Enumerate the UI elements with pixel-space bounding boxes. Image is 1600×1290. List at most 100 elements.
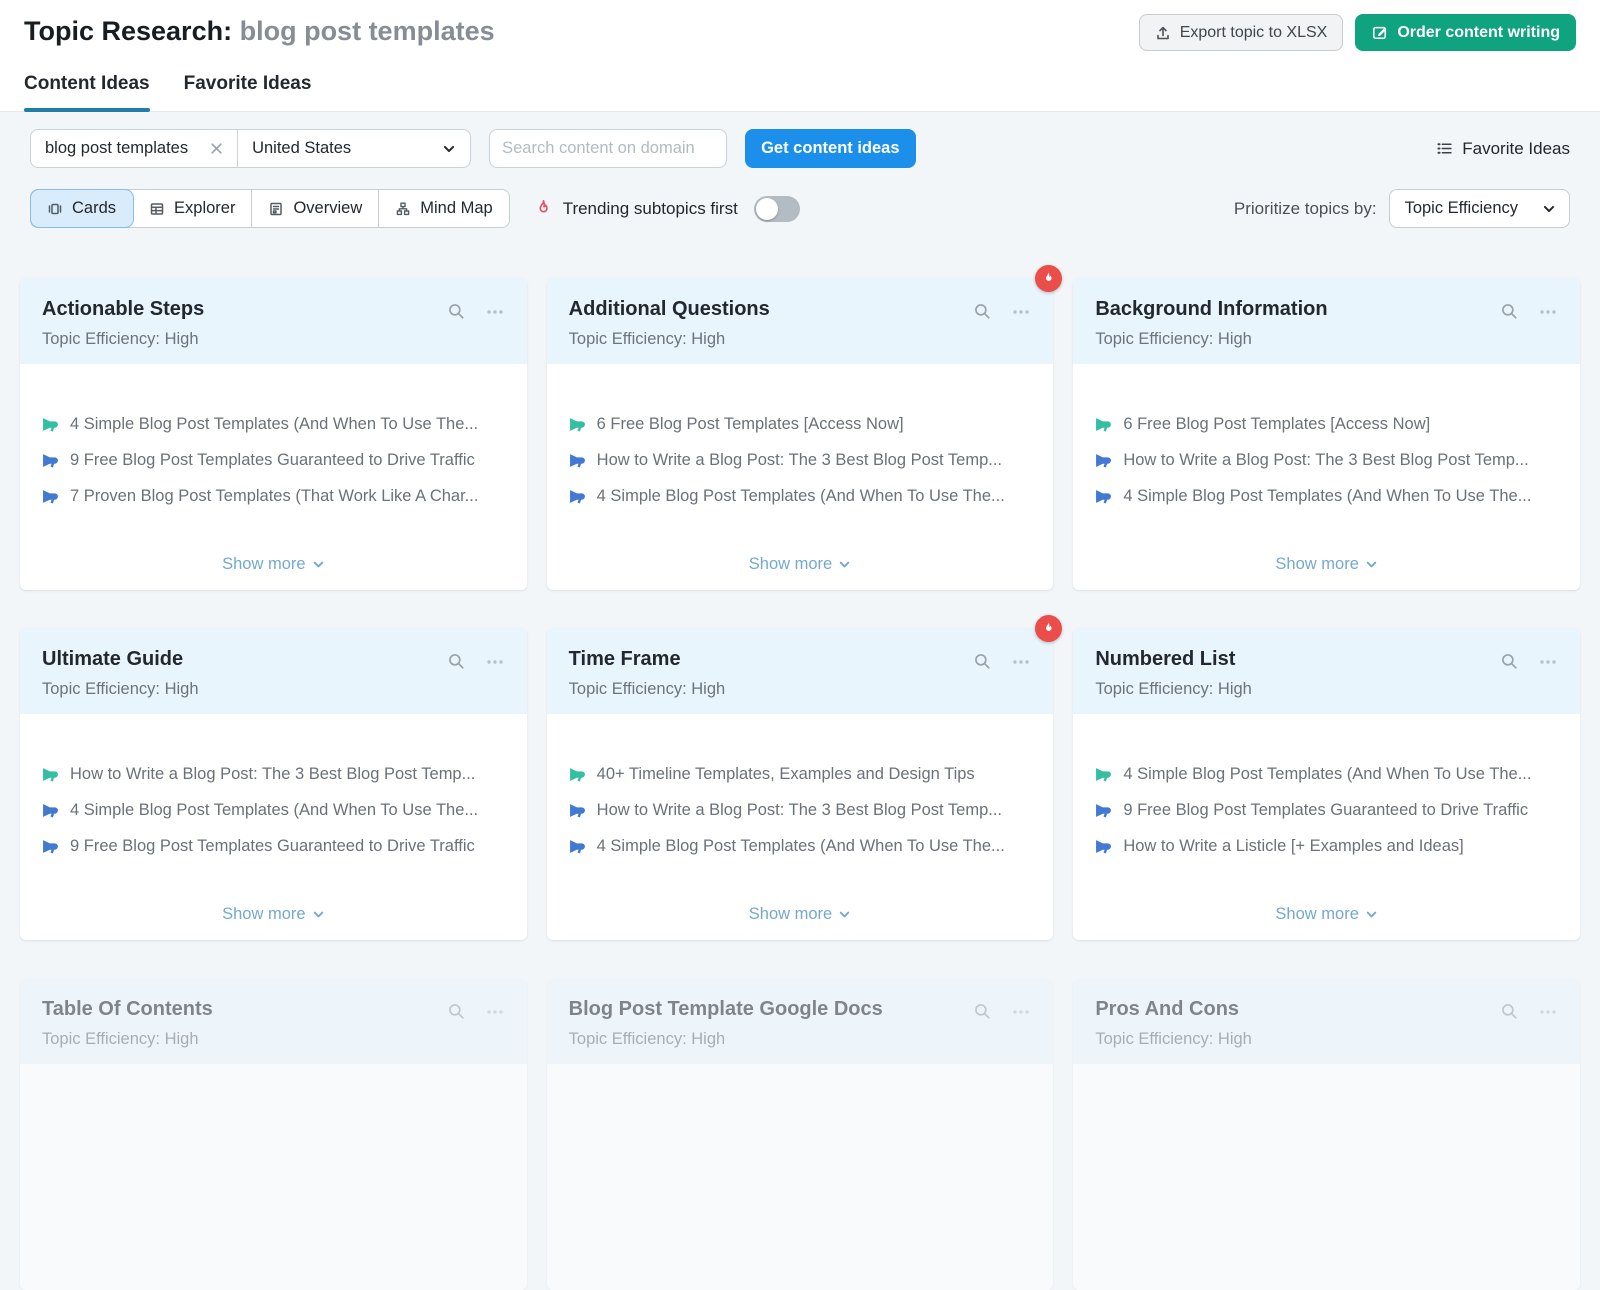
more-options-icon[interactable] xyxy=(1011,302,1031,322)
idea-title[interactable]: How to Write a Blog Post: The 3 Best Blo… xyxy=(1123,450,1528,471)
search-icon[interactable] xyxy=(1500,1002,1518,1020)
trending-flame-badge xyxy=(1035,615,1062,642)
idea-item[interactable]: How to Write a Blog Post: The 3 Best Blo… xyxy=(42,764,505,785)
idea-item[interactable]: How to Write a Listicle [+ Examples and … xyxy=(1095,836,1558,857)
idea-title[interactable]: 9 Free Blog Post Templates Guaranteed to… xyxy=(70,450,475,471)
favorite-ideas-link[interactable]: Favorite Ideas xyxy=(1436,139,1570,159)
idea-item[interactable]: 7 Proven Blog Post Templates (That Work … xyxy=(42,486,505,507)
idea-title[interactable]: How to Write a Blog Post: The 3 Best Blo… xyxy=(597,800,1002,821)
more-options-icon[interactable] xyxy=(1538,302,1558,322)
idea-item[interactable]: 4 Simple Blog Post Templates (And When T… xyxy=(1095,486,1558,507)
search-icon[interactable] xyxy=(447,1002,465,1020)
show-more-link[interactable]: Show more xyxy=(222,555,324,576)
idea-item[interactable]: 4 Simple Blog Post Templates (And When T… xyxy=(569,836,1032,857)
idea-item[interactable]: How to Write a Blog Post: The 3 Best Blo… xyxy=(569,450,1032,471)
idea-title[interactable]: 4 Simple Blog Post Templates (And When T… xyxy=(597,836,1005,857)
card-title[interactable]: Table Of Contents xyxy=(42,998,213,1021)
more-options-icon[interactable] xyxy=(485,652,505,672)
show-more-link[interactable]: Show more xyxy=(749,905,851,926)
card-title[interactable]: Blog Post Template Google Docs xyxy=(569,998,883,1021)
show-more-link[interactable]: Show more xyxy=(222,905,324,926)
idea-title[interactable]: 6 Free Blog Post Templates [Access Now] xyxy=(1123,414,1430,435)
idea-item[interactable]: 4 Simple Blog Post Templates (And When T… xyxy=(1095,764,1558,785)
country-select[interactable]: United States xyxy=(238,130,470,167)
idea-item[interactable]: 9 Free Blog Post Templates Guaranteed to… xyxy=(42,450,505,471)
idea-item[interactable]: 9 Free Blog Post Templates Guaranteed to… xyxy=(1095,800,1558,821)
search-icon[interactable] xyxy=(1500,652,1518,670)
page-title-prefix: Topic Research: xyxy=(24,16,232,46)
more-options-icon[interactable] xyxy=(1538,652,1558,672)
cards-view-icon xyxy=(47,201,63,217)
idea-title[interactable]: 4 Simple Blog Post Templates (And When T… xyxy=(70,800,478,821)
clear-keyword-icon[interactable] xyxy=(210,142,223,155)
get-content-ideas-button[interactable]: Get content ideas xyxy=(745,129,915,168)
tab-favorite-ideas[interactable]: Favorite Ideas xyxy=(184,73,312,111)
domain-search-input[interactable] xyxy=(489,129,727,168)
search-icon[interactable] xyxy=(973,1002,991,1020)
idea-item[interactable]: 6 Free Blog Post Templates [Access Now] xyxy=(569,414,1032,435)
search-icon[interactable] xyxy=(973,652,991,670)
more-options-icon[interactable] xyxy=(1011,652,1031,672)
order-content-writing-button[interactable]: Order content writing xyxy=(1355,14,1576,51)
topic-card: Ultimate GuideTopic Efficiency: HighHow … xyxy=(20,628,527,940)
trending-subtopics-label: Trending subtopics first xyxy=(563,199,738,219)
idea-item[interactable]: 40+ Timeline Templates, Examples and Des… xyxy=(569,764,1032,785)
idea-item[interactable]: How to Write a Blog Post: The 3 Best Blo… xyxy=(1095,450,1558,471)
flame-icon xyxy=(534,199,553,218)
idea-item[interactable]: 6 Free Blog Post Templates [Access Now] xyxy=(1095,414,1558,435)
idea-item[interactable]: 4 Simple Blog Post Templates (And When T… xyxy=(42,800,505,821)
search-icon[interactable] xyxy=(447,652,465,670)
search-icon[interactable] xyxy=(973,302,991,320)
trending-subtopics-control: Trending subtopics first xyxy=(534,196,800,222)
view-cards-button[interactable]: Cards xyxy=(31,190,133,227)
idea-title[interactable]: 4 Simple Blog Post Templates (And When T… xyxy=(70,414,478,435)
card-title[interactable]: Ultimate Guide xyxy=(42,648,199,671)
more-options-icon[interactable] xyxy=(1011,1002,1031,1022)
idea-title[interactable]: How to Write a Blog Post: The 3 Best Blo… xyxy=(597,450,1002,471)
idea-title[interactable]: How to Write a Blog Post: The 3 Best Blo… xyxy=(70,764,475,785)
show-more-label: Show more xyxy=(1275,555,1358,574)
view-mindmap-button[interactable]: Mind Map xyxy=(379,190,508,227)
idea-item[interactable]: 4 Simple Blog Post Templates (And When T… xyxy=(42,414,505,435)
idea-title[interactable]: 9 Free Blog Post Templates Guaranteed to… xyxy=(1123,800,1528,821)
idea-item[interactable]: 9 Free Blog Post Templates Guaranteed to… xyxy=(42,836,505,857)
search-icon[interactable] xyxy=(1500,302,1518,320)
show-more-label: Show more xyxy=(222,555,305,574)
idea-item[interactable]: 4 Simple Blog Post Templates (And When T… xyxy=(569,486,1032,507)
idea-title[interactable]: 4 Simple Blog Post Templates (And When T… xyxy=(1123,764,1531,785)
explorer-view-icon xyxy=(149,201,165,217)
megaphone-icon xyxy=(569,452,586,469)
idea-title[interactable]: 4 Simple Blog Post Templates (And When T… xyxy=(597,486,1005,507)
idea-title[interactable]: 9 Free Blog Post Templates Guaranteed to… xyxy=(70,836,475,857)
idea-title[interactable]: 40+ Timeline Templates, Examples and Des… xyxy=(597,764,975,785)
more-options-icon[interactable] xyxy=(1538,1002,1558,1022)
view-explorer-button[interactable]: Explorer xyxy=(133,190,252,227)
card-title[interactable]: Pros And Cons xyxy=(1095,998,1252,1021)
show-more-link[interactable]: Show more xyxy=(1275,555,1377,576)
keyword-text[interactable]: blog post templates xyxy=(45,139,188,158)
idea-title[interactable]: 7 Proven Blog Post Templates (That Work … xyxy=(70,486,478,507)
card-header: Numbered ListTopic Efficiency: High xyxy=(1073,628,1580,714)
more-options-icon[interactable] xyxy=(485,1002,505,1022)
list-icon xyxy=(1436,140,1453,157)
idea-title[interactable]: 4 Simple Blog Post Templates (And When T… xyxy=(1123,486,1531,507)
tab-content-ideas[interactable]: Content Ideas xyxy=(24,73,150,111)
idea-item[interactable]: How to Write a Blog Post: The 3 Best Blo… xyxy=(569,800,1032,821)
trending-toggle[interactable] xyxy=(754,196,800,222)
search-icon[interactable] xyxy=(447,302,465,320)
prioritize-select[interactable]: Topic Efficiency xyxy=(1389,189,1570,228)
card-title[interactable]: Additional Questions xyxy=(569,298,770,321)
view-overview-button[interactable]: Overview xyxy=(252,190,379,227)
mindmap-view-icon xyxy=(395,201,411,217)
show-more-link[interactable]: Show more xyxy=(1275,905,1377,926)
megaphone-icon xyxy=(569,416,586,433)
idea-title[interactable]: 6 Free Blog Post Templates [Access Now] xyxy=(597,414,904,435)
more-options-icon[interactable] xyxy=(485,302,505,322)
idea-title[interactable]: How to Write a Listicle [+ Examples and … xyxy=(1123,836,1463,857)
card-title[interactable]: Background Information xyxy=(1095,298,1327,321)
export-xlsx-button[interactable]: Export topic to XLSX xyxy=(1139,14,1344,51)
card-title[interactable]: Time Frame xyxy=(569,648,726,671)
card-title[interactable]: Actionable Steps xyxy=(42,298,204,321)
show-more-link[interactable]: Show more xyxy=(749,555,851,576)
card-title[interactable]: Numbered List xyxy=(1095,648,1252,671)
